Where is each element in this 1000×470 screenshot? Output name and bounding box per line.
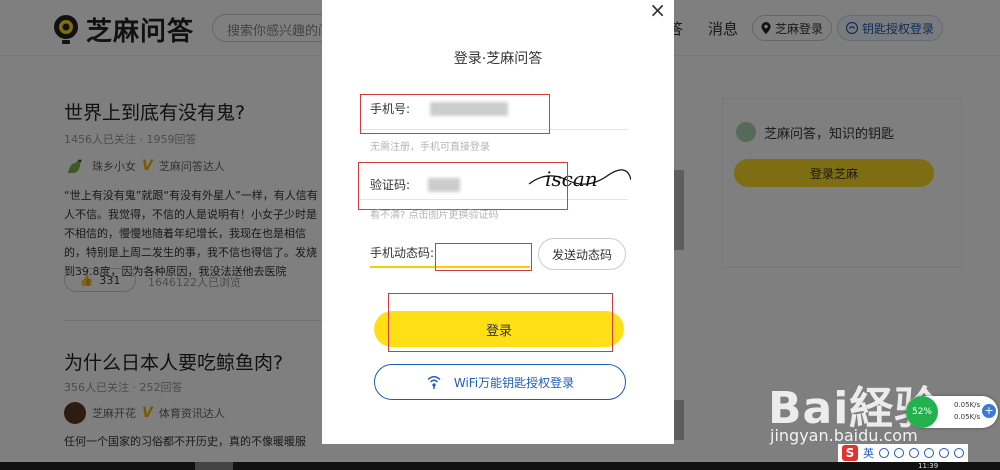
voice-icon[interactable] bbox=[909, 448, 919, 458]
modal-title: 登录·芝麻问答 bbox=[453, 51, 543, 67]
taskbar bbox=[0, 462, 1000, 470]
close-icon[interactable]: × bbox=[649, 0, 666, 20]
wifi-key-login-label: WiFi万能钥匙授权登录 bbox=[453, 375, 575, 390]
captcha-hint[interactable]: 看不清? 点击图片更换验证码 bbox=[370, 206, 499, 221]
taskbar-clock: 11:39 bbox=[918, 462, 939, 470]
wifi-key-login-button[interactable]: WiFi万能钥匙授权登录 bbox=[374, 364, 626, 400]
emoji-icon[interactable] bbox=[894, 448, 904, 458]
download-speed: 0.05K/s bbox=[954, 413, 981, 421]
dynamic-code-label: 手机动态码: bbox=[370, 246, 435, 260]
keyboard-icon[interactable] bbox=[924, 448, 934, 458]
network-speed-widget[interactable]: 52% 0.05K/s 0.05K/s + bbox=[906, 396, 998, 428]
plus-icon[interactable]: + bbox=[982, 404, 996, 418]
taskbar-item[interactable] bbox=[195, 462, 233, 470]
punctuation-icon[interactable] bbox=[879, 448, 889, 458]
ime-toolbar[interactable]: S 英 bbox=[838, 444, 968, 462]
send-code-button[interactable]: 发送动态码 bbox=[538, 238, 626, 270]
highlight-box bbox=[388, 293, 613, 352]
user-icon[interactable] bbox=[939, 448, 949, 458]
phone-hint: 无需注册，手机可直接登录 bbox=[370, 142, 490, 153]
login-modal: × 登录·芝麻问答 手机号: 无需注册，手机可直接登录 验证码: iscan 看… bbox=[322, 0, 674, 444]
net-usage-circle: 52% bbox=[906, 396, 938, 428]
highlight-box bbox=[435, 243, 532, 271]
highlight-box bbox=[358, 162, 568, 210]
ime-language[interactable]: 英 bbox=[863, 445, 874, 461]
watermark-url: jingyan.baidu.com bbox=[770, 426, 918, 445]
highlight-box bbox=[360, 94, 550, 134]
sogou-icon: S bbox=[842, 445, 858, 461]
wifi-icon bbox=[427, 376, 441, 389]
upload-speed: 0.05K/s bbox=[954, 401, 981, 409]
grid-icon[interactable] bbox=[954, 448, 964, 458]
